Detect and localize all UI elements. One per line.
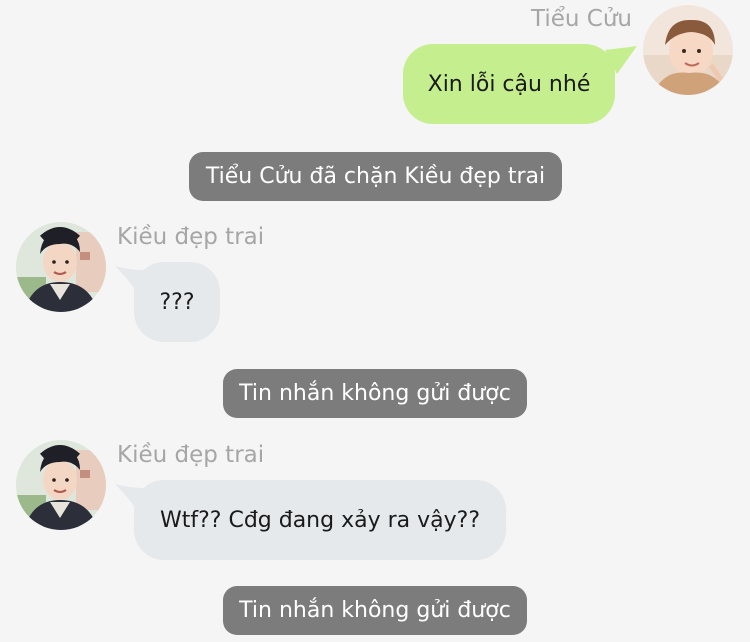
sender-name: Kiều đẹp trai	[117, 442, 265, 468]
system-notice-text: Tin nhắn không gửi được	[239, 381, 511, 406]
sender-name: Kiều đẹp trai	[117, 224, 265, 250]
system-notice-not-sent: Tin nhắn không gửi được	[223, 586, 527, 635]
message-bubble-incoming[interactable]: Wtf?? Cđg đang xảy ra vậy??	[134, 480, 506, 560]
system-notice-text: Tin nhắn không gửi được	[239, 598, 511, 623]
system-notice-text: Tiểu Cửu đã chặn Kiều đẹp trai	[205, 164, 546, 189]
message-bubble-incoming[interactable]: ???	[134, 262, 220, 342]
system-notice-not-sent: Tin nhắn không gửi được	[223, 369, 527, 418]
message-text: Wtf?? Cđg đang xảy ra vậy??	[159, 507, 480, 533]
sender-avatar-icon[interactable]	[643, 5, 733, 95]
contact-avatar-icon[interactable]	[16, 222, 106, 312]
system-notice-blocked: Tiểu Cửu đã chặn Kiều đẹp trai	[189, 152, 562, 201]
contact-avatar-icon[interactable]	[16, 440, 106, 530]
message-text: ???	[159, 289, 195, 315]
message-bubble-outgoing[interactable]: Xin lỗi cậu nhé	[403, 44, 615, 124]
message-text: Xin lỗi cậu nhé	[427, 71, 591, 97]
sender-name: Tiểu Cửu	[531, 6, 632, 32]
